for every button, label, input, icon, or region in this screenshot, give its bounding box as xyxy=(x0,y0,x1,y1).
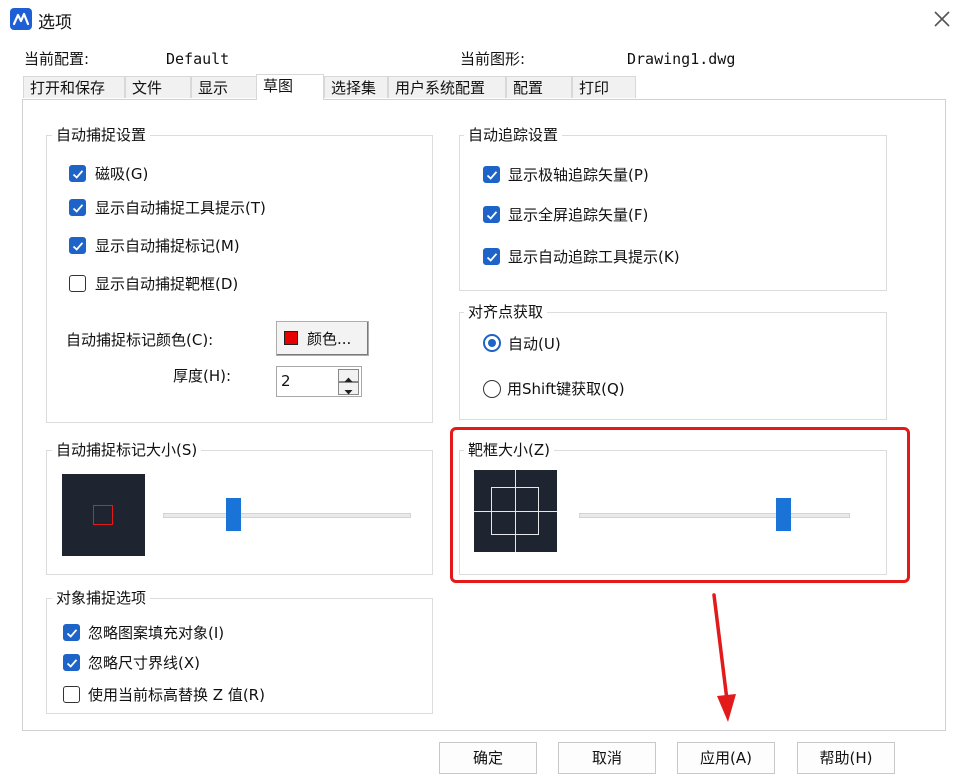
check-icon xyxy=(486,211,498,220)
autosnap-settings-title: 自动捕捉设置 xyxy=(52,125,151,145)
show-autosnap-aperture-checkbox[interactable] xyxy=(69,275,86,292)
tab-display[interactable]: 显示 xyxy=(191,76,257,98)
thickness-value[interactable]: 2 xyxy=(281,372,291,390)
show-autosnap-marker-checkbox[interactable] xyxy=(69,237,86,254)
fullscreen-tracking-vector-checkbox[interactable] xyxy=(483,206,500,223)
alignment-shift-label: 用Shift键获取(Q) xyxy=(507,380,625,398)
tab-user-preferences[interactable]: 用户系统配置 xyxy=(388,76,506,98)
title-bar: 选项 xyxy=(0,0,968,40)
check-icon xyxy=(66,659,78,668)
ok-button[interactable]: 确定 xyxy=(439,742,537,774)
alignment-acquisition-title: 对齐点获取 xyxy=(464,302,548,322)
marker-color-button[interactable]: 颜色... xyxy=(276,321,369,356)
marker-size-slider-thumb[interactable] xyxy=(225,498,241,531)
polar-tracking-vector-checkbox[interactable] xyxy=(483,166,500,183)
spinner-down-button[interactable] xyxy=(338,382,359,395)
tab-open-save[interactable]: 打开和保存 xyxy=(23,76,125,98)
current-drawing-value: Drawing1.dwg xyxy=(627,50,736,68)
cancel-button[interactable]: 取消 xyxy=(558,742,656,774)
arrow-down-icon xyxy=(344,390,353,395)
tab-files[interactable]: 文件 xyxy=(125,76,191,98)
autotrack-tooltip-label: 显示自动追踪工具提示(K) xyxy=(508,248,680,266)
alignment-auto-radio[interactable] xyxy=(483,334,501,352)
alignment-auto-label: 自动(U) xyxy=(508,335,561,353)
object-snap-options-title: 对象捕捉选项 xyxy=(52,588,151,608)
ignore-hatch-checkbox[interactable] xyxy=(63,624,80,641)
ignore-dimension-extension-checkbox[interactable] xyxy=(63,654,80,671)
spinner-up-button[interactable] xyxy=(338,369,359,382)
ignore-dimension-extension-label: 忽略尺寸界线(X) xyxy=(88,654,200,672)
thickness-spinner[interactable]: 2 xyxy=(276,366,362,397)
show-autosnap-tooltip-checkbox[interactable] xyxy=(69,199,86,216)
highlight-annotation xyxy=(450,427,910,583)
marker-size-title: 自动捕捉标记大小(S) xyxy=(52,440,202,460)
snap-marker-square xyxy=(93,505,113,525)
current-drawing-label: 当前图形: xyxy=(460,50,526,68)
marker-size-preview xyxy=(62,474,145,556)
help-button[interactable]: 帮助(H) xyxy=(797,742,895,774)
marker-size-slider-track[interactable] xyxy=(163,513,411,518)
autotrack-settings-title: 自动追踪设置 xyxy=(464,125,563,145)
check-icon xyxy=(486,253,498,262)
check-icon xyxy=(72,170,84,179)
tab-plot[interactable]: 打印 xyxy=(572,76,636,98)
window-title: 选项 xyxy=(38,13,72,33)
current-profile-label: 当前配置: xyxy=(24,50,90,68)
fullscreen-tracking-vector-label: 显示全屏追踪矢量(F) xyxy=(508,206,649,224)
check-icon xyxy=(72,242,84,251)
tab-selection[interactable]: 选择集 xyxy=(324,76,388,98)
autotrack-tooltip-checkbox[interactable] xyxy=(483,248,500,265)
magnet-label: 磁吸(G) xyxy=(95,165,149,183)
color-button-label: 颜色... xyxy=(307,330,352,348)
show-autosnap-tooltip-label: 显示自动捕捉工具提示(T) xyxy=(95,199,266,217)
check-icon xyxy=(72,204,84,213)
show-autosnap-aperture-label: 显示自动捕捉靶框(D) xyxy=(95,275,239,293)
ignore-hatch-label: 忽略图案填充对象(I) xyxy=(88,624,225,642)
apply-button[interactable]: 应用(A) xyxy=(677,742,775,774)
replace-z-checkbox[interactable] xyxy=(63,686,80,703)
show-autosnap-marker-label: 显示自动捕捉标记(M) xyxy=(95,237,240,255)
magnet-checkbox[interactable] xyxy=(69,165,86,182)
replace-z-label: 使用当前标高替换 Z 值(R) xyxy=(88,686,265,704)
alignment-acquisition-group xyxy=(459,312,887,420)
alignment-shift-radio[interactable] xyxy=(483,380,501,398)
check-icon xyxy=(66,629,78,638)
tab-profiles[interactable]: 配置 xyxy=(506,76,572,98)
tab-drafting[interactable]: 草图 xyxy=(256,74,324,100)
color-swatch xyxy=(284,331,298,345)
marker-color-label: 自动捕捉标记颜色(C): xyxy=(66,331,214,349)
close-icon xyxy=(934,11,950,27)
check-icon xyxy=(486,171,498,180)
red-arrow-annotation xyxy=(712,593,736,722)
close-button[interactable] xyxy=(924,4,960,34)
current-profile-value: Default xyxy=(166,50,230,68)
app-icon xyxy=(10,8,32,30)
thickness-label: 厚度(H): xyxy=(173,367,232,385)
polar-tracking-vector-label: 显示极轴追踪矢量(P) xyxy=(508,166,649,184)
